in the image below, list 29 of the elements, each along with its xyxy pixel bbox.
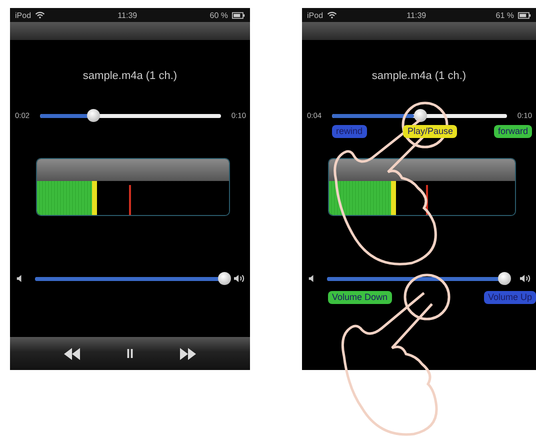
wifi-icon [35,11,46,19]
speaker-high-icon [233,273,246,284]
battery-icon [518,12,531,18]
speaker-low-icon [16,274,23,283]
battery-percent: 60 % [210,10,228,20]
carrier-label: iPod [15,10,32,20]
slider-thumb[interactable] [218,272,231,285]
gesture-label: forward [494,125,532,138]
file-title: sample.m4a (1 ch.) [370,70,468,82]
fast-forward-icon[interactable] [178,348,198,360]
clock-time: 11:39 [406,10,428,20]
battery-icon [232,12,245,18]
file-title: sample.m4a (1 ch.) [82,70,178,82]
slider-thumb[interactable] [414,109,427,122]
pause-icon[interactable] [126,349,133,358]
rewind-icon[interactable] [62,348,82,360]
gesture-label: Play/Pause [403,125,458,138]
touch-point-circle [404,274,450,320]
gesture-label: Volume Up [484,291,536,304]
carrier-label: iPod [307,10,324,20]
battery-percent: 61 % [496,10,514,20]
gesture-label: rewind [332,125,367,138]
speaker-low-icon [308,274,315,283]
wifi-icon [327,11,338,19]
slider-thumb[interactable] [498,272,512,285]
slider-thumb[interactable] [87,109,100,122]
clock-time: 11:39 [116,10,138,20]
gesture-label: Volume Down [328,291,392,304]
speaker-high-icon [519,273,532,284]
